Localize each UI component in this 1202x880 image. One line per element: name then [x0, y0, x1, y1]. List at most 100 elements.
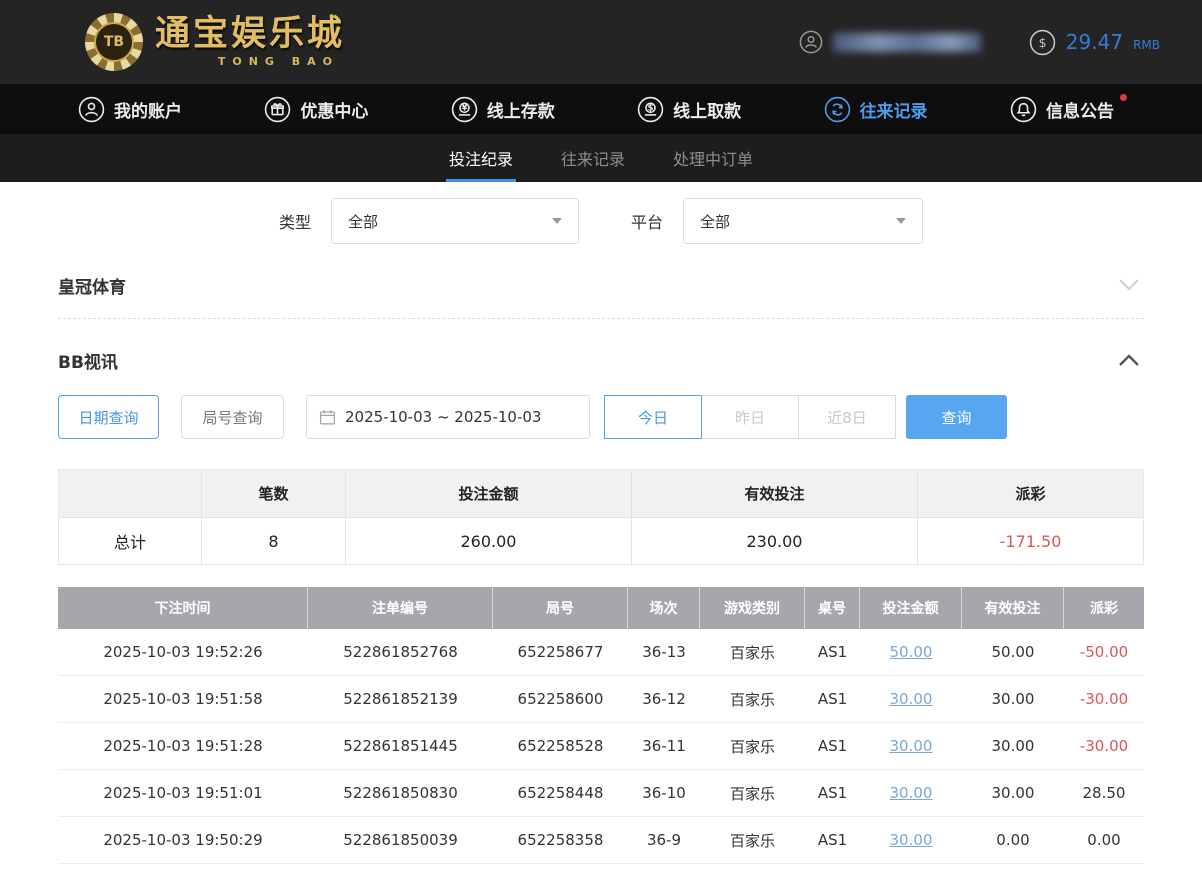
chevron-down-icon[interactable]	[1114, 274, 1144, 296]
nav-label: 优惠中心	[300, 101, 369, 122]
top-header: TB 通宝娱乐城 TONG BAO $ 29.47 RMB	[0, 0, 1202, 84]
platform-label: 平台	[631, 213, 664, 232]
svg-text:$: $	[648, 102, 654, 112]
table-row: 2025-10-03 19:50:29 522861850039 6522583…	[58, 817, 1144, 864]
cell-payout: 0.00	[1087, 831, 1121, 849]
notification-dot	[1119, 93, 1127, 101]
cell-valid-bet: 50.00	[991, 643, 1035, 661]
summary-count-value: 8	[202, 517, 346, 564]
table-header-row: 下注时间 注单编号 局号 场次 游戏类别 桌号 投注金额 有效投注 派彩	[58, 587, 1144, 629]
summary-header-bet: 投注金额	[346, 470, 632, 517]
cell-game-type: 百家乐	[729, 643, 775, 662]
summary-bet-value: 260.00	[346, 517, 632, 564]
cell-table-no: AS1	[817, 643, 848, 661]
nav-item-announcements[interactable]: 信息公告	[1010, 93, 1127, 123]
bell-icon	[1010, 96, 1037, 123]
chevron-up-icon[interactable]	[1114, 349, 1144, 371]
summary-header-row: 笔数 投注金额 有效投注 派彩	[59, 470, 1143, 517]
main-nav: 我的账户 优惠中心 ¥ 线上存款 $ 线上取款 往来记录 信息公告	[0, 84, 1202, 134]
nav-label: 往来记录	[859, 101, 928, 122]
nav-item-my-account[interactable]: 我的账户	[78, 96, 182, 123]
cell-valid-bet: 0.00	[996, 831, 1030, 849]
nav-item-deposit[interactable]: ¥ 线上存款	[451, 96, 555, 123]
records-icon	[824, 96, 851, 123]
col-game-type: 游戏类别	[700, 587, 805, 629]
nav-item-withdraw[interactable]: $ 线上取款	[637, 96, 741, 123]
col-payout: 派彩	[1090, 601, 1118, 617]
yesterday-button[interactable]: 昨日	[701, 395, 799, 439]
tab-transaction-records[interactable]: 往来记录	[558, 134, 628, 182]
cell-bet-id: 522861852139	[343, 690, 458, 708]
brand-name: 通宝娱乐城	[155, 13, 346, 54]
bet-amount-link[interactable]: 30.00	[860, 676, 962, 722]
cell-bet-id: 522861851445	[343, 737, 458, 755]
nav-item-transactions[interactable]: 往来记录	[824, 96, 928, 123]
bet-amount-link[interactable]: 30.00	[860, 770, 962, 816]
cell-table-no: AS1	[817, 690, 848, 708]
cell-valid-bet: 30.00	[991, 784, 1035, 802]
record-tabs: 投注纪录 往来记录 处理中订单	[0, 134, 1202, 182]
tab-label: 处理中订单	[673, 150, 754, 169]
chip-logo-text: TB	[94, 22, 134, 62]
cell-game-type: 百家乐	[729, 690, 775, 709]
caret-down-icon	[896, 218, 907, 224]
cell-session: 36-11	[642, 737, 686, 755]
bet-amount-link[interactable]: 30.00	[860, 723, 962, 769]
brand-logo: TB 通宝娱乐城 TONG BAO	[85, 13, 345, 71]
col-bet-id: 注单编号	[308, 587, 493, 629]
summary-header-valid: 有效投注	[632, 470, 918, 517]
tab-label: 投注纪录	[448, 150, 513, 169]
cell-session: 36-10	[642, 784, 686, 802]
cell-bet-time: 2025-10-03 19:51:01	[103, 784, 263, 802]
cell-game-type: 百家乐	[729, 737, 775, 756]
svg-text:¥: ¥	[461, 102, 467, 112]
cell-round-id: 652258600	[517, 690, 604, 708]
cell-game-type: 百家乐	[729, 831, 775, 850]
last-8-days-button[interactable]: 近8日	[798, 395, 896, 439]
date-query-button[interactable]: 日期查询	[58, 395, 159, 439]
username-redacted	[832, 32, 981, 52]
wallet-balance[interactable]: $ 29.47 RMB	[1029, 29, 1160, 56]
cell-bet-id: 522861850830	[343, 784, 458, 802]
today-button[interactable]: 今日	[604, 395, 702, 439]
summary-total-label: 总计	[59, 517, 202, 564]
cell-session: 36-12	[642, 690, 686, 708]
user-account[interactable]	[799, 30, 981, 54]
user-icon	[78, 96, 105, 123]
nav-item-promotions[interactable]: 优惠中心	[264, 96, 368, 123]
withdraw-icon: $	[637, 96, 664, 123]
bet-amount-link[interactable]: 50.00	[860, 629, 962, 675]
platform-select-value: 全部	[700, 212, 731, 231]
cell-session: 36-13	[642, 643, 686, 661]
section-title: 皇冠体育	[58, 277, 126, 298]
date-range-input[interactable]: 2025-10-03 ~ 2025-10-03	[306, 395, 590, 439]
summary-table: 笔数 投注金额 有效投注 派彩 总计 8 260.00 230.00 -171.…	[58, 469, 1144, 565]
section-bb-video[interactable]: BB视讯	[58, 339, 1144, 381]
type-select[interactable]: 全部	[331, 198, 579, 244]
col-table-no: 桌号	[805, 587, 860, 629]
dollar-icon: $	[1029, 29, 1056, 56]
cell-bet-time: 2025-10-03 19:50:29	[103, 831, 263, 849]
summary-valid-value: 230.00	[632, 517, 918, 564]
platform-select[interactable]: 全部	[683, 198, 924, 244]
cell-payout: -30.00	[1079, 690, 1129, 708]
table-row: 2025-10-03 19:51:58 522861852139 6522586…	[58, 676, 1144, 723]
round-query-button[interactable]: 局号查询	[181, 395, 284, 439]
summary-header-count: 笔数	[202, 470, 346, 517]
cell-table-no: AS1	[817, 784, 848, 802]
svg-text:$: $	[1038, 36, 1046, 50]
bet-amount-link[interactable]: 30.00	[860, 817, 962, 863]
brand-subtitle: TONG BAO	[217, 54, 340, 68]
query-controls: 日期查询 局号查询 2025-10-03 ~ 2025-10-03 今日 昨日 …	[58, 395, 1144, 439]
tab-bet-records[interactable]: 投注纪录	[445, 134, 516, 182]
col-valid-bet: 有效投注	[962, 587, 1064, 629]
tab-pending-orders[interactable]: 处理中订单	[670, 134, 756, 182]
section-crown-sports[interactable]: 皇冠体育	[58, 264, 1144, 306]
type-select-value: 全部	[348, 212, 379, 231]
summary-total-row: 总计 8 260.00 230.00 -171.50	[59, 517, 1143, 564]
cell-payout: -30.00	[1079, 737, 1129, 755]
avatar-icon	[799, 30, 823, 54]
deposit-icon: ¥	[451, 96, 478, 123]
search-button[interactable]: 查询	[906, 395, 1007, 439]
calendar-icon	[319, 409, 336, 426]
